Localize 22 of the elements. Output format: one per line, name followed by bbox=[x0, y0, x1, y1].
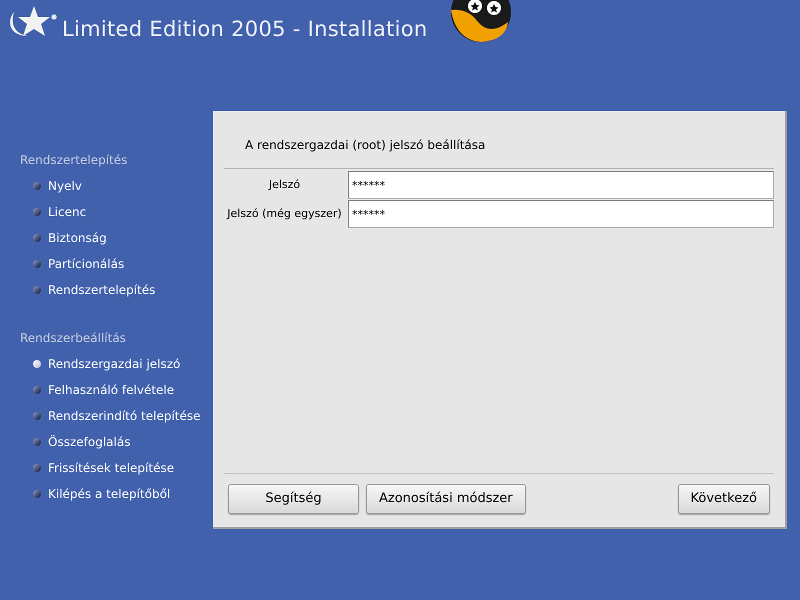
sidebar-step: Kilépés a telepítőből bbox=[48, 485, 170, 503]
sidebar-step: Rendszerindító telepítése bbox=[48, 407, 201, 425]
panel-heading: A rendszergazdai (root) jelszó beállítása bbox=[245, 137, 486, 154]
sidebar-section-title: Rendszerbeállítás bbox=[19, 330, 126, 347]
sidebar-step: Biztonság bbox=[48, 229, 107, 247]
installer-title: Limited Edition 2005 - Installation bbox=[62, 16, 428, 43]
sidebar-step: Felhasználó felvétele bbox=[48, 381, 174, 399]
password-field[interactable]: ****** bbox=[348, 200, 774, 228]
field-label: Jelszó bbox=[268, 176, 300, 193]
password-field[interactable]: ****** bbox=[348, 171, 774, 199]
panel-button[interactable]: Azonosítási módszer bbox=[366, 484, 526, 514]
sidebar-step: Nyelv bbox=[48, 177, 82, 195]
sidebar-step: Rendszertelepítés bbox=[48, 281, 156, 299]
sidebar-step: Összefoglalás bbox=[48, 433, 130, 451]
panel-button[interactable]: Segítség bbox=[228, 484, 359, 514]
sidebar-step: Licenc bbox=[48, 203, 86, 221]
panel-button[interactable]: Következő bbox=[678, 484, 770, 514]
field-label: Jelszó (még egyszer) bbox=[227, 206, 342, 222]
sidebar-step: Frissítések telepítése bbox=[48, 459, 174, 477]
sidebar-step: Rendszergazdai jelszó bbox=[48, 355, 180, 373]
sidebar-section-title: Rendszertelepítés bbox=[19, 152, 128, 169]
sidebar-step: Partícionálás bbox=[48, 255, 124, 273]
